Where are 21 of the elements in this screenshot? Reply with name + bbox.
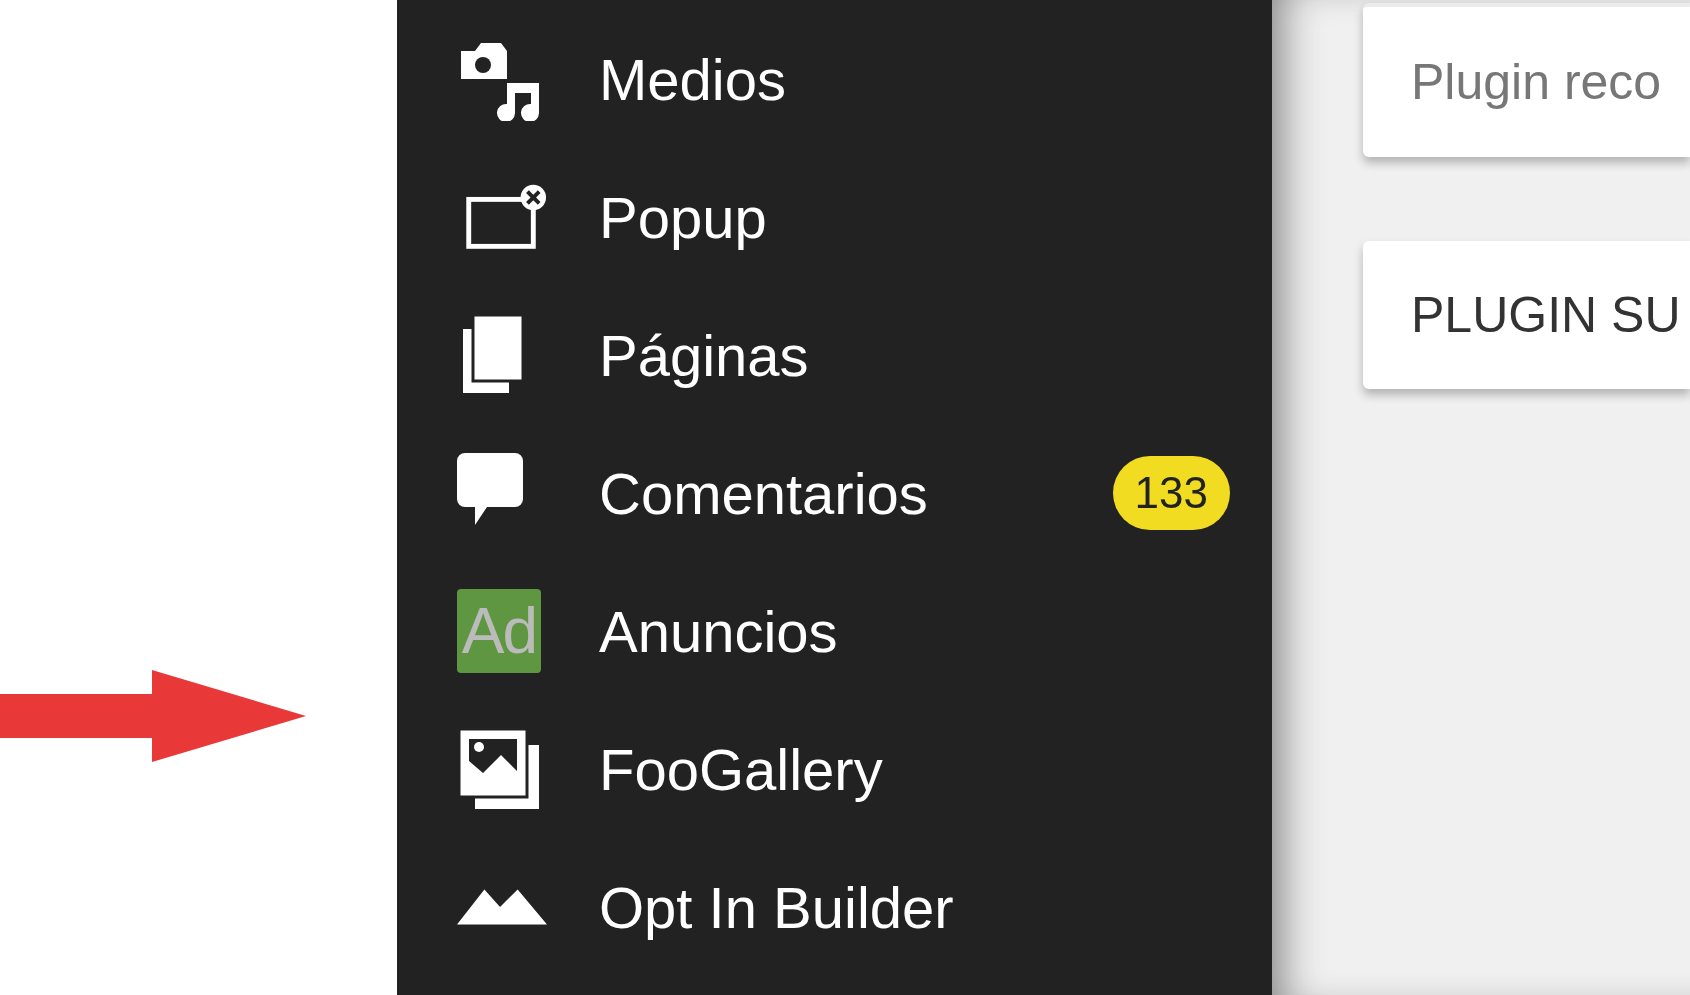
menu-label: Medios — [599, 45, 786, 113]
count-badge: 133 — [1112, 456, 1230, 530]
menu-label: Opt In Builder — [599, 873, 954, 941]
menu-label: Anuncios — [599, 597, 838, 665]
menu-item[interactable]: Popup — [397, 148, 1272, 286]
menu-item[interactable]: FooGallery — [397, 700, 1272, 838]
menu-item[interactable]: Ad Anuncios — [397, 562, 1272, 700]
ad-icon: Ad — [457, 589, 541, 673]
mountains-icon — [457, 889, 547, 925]
menu-label: FooGallery — [599, 735, 883, 803]
menu-item[interactable]: Páginas — [397, 286, 1272, 424]
menu-label: Páginas — [599, 321, 809, 389]
menu-item[interactable]: Medios — [397, 10, 1272, 148]
menu-item[interactable]: Comentarios 133 — [397, 424, 1272, 562]
menu-label: Popup — [599, 183, 767, 251]
gallery-icon — [457, 727, 541, 811]
arrow-icon — [0, 670, 306, 762]
menu-label: Comentarios — [599, 459, 928, 527]
card-heading: PLUGIN SU — [1411, 286, 1681, 344]
menu-item[interactable]: Opt In Builder — [397, 838, 1272, 976]
card-text: Plugin reco — [1411, 53, 1662, 111]
